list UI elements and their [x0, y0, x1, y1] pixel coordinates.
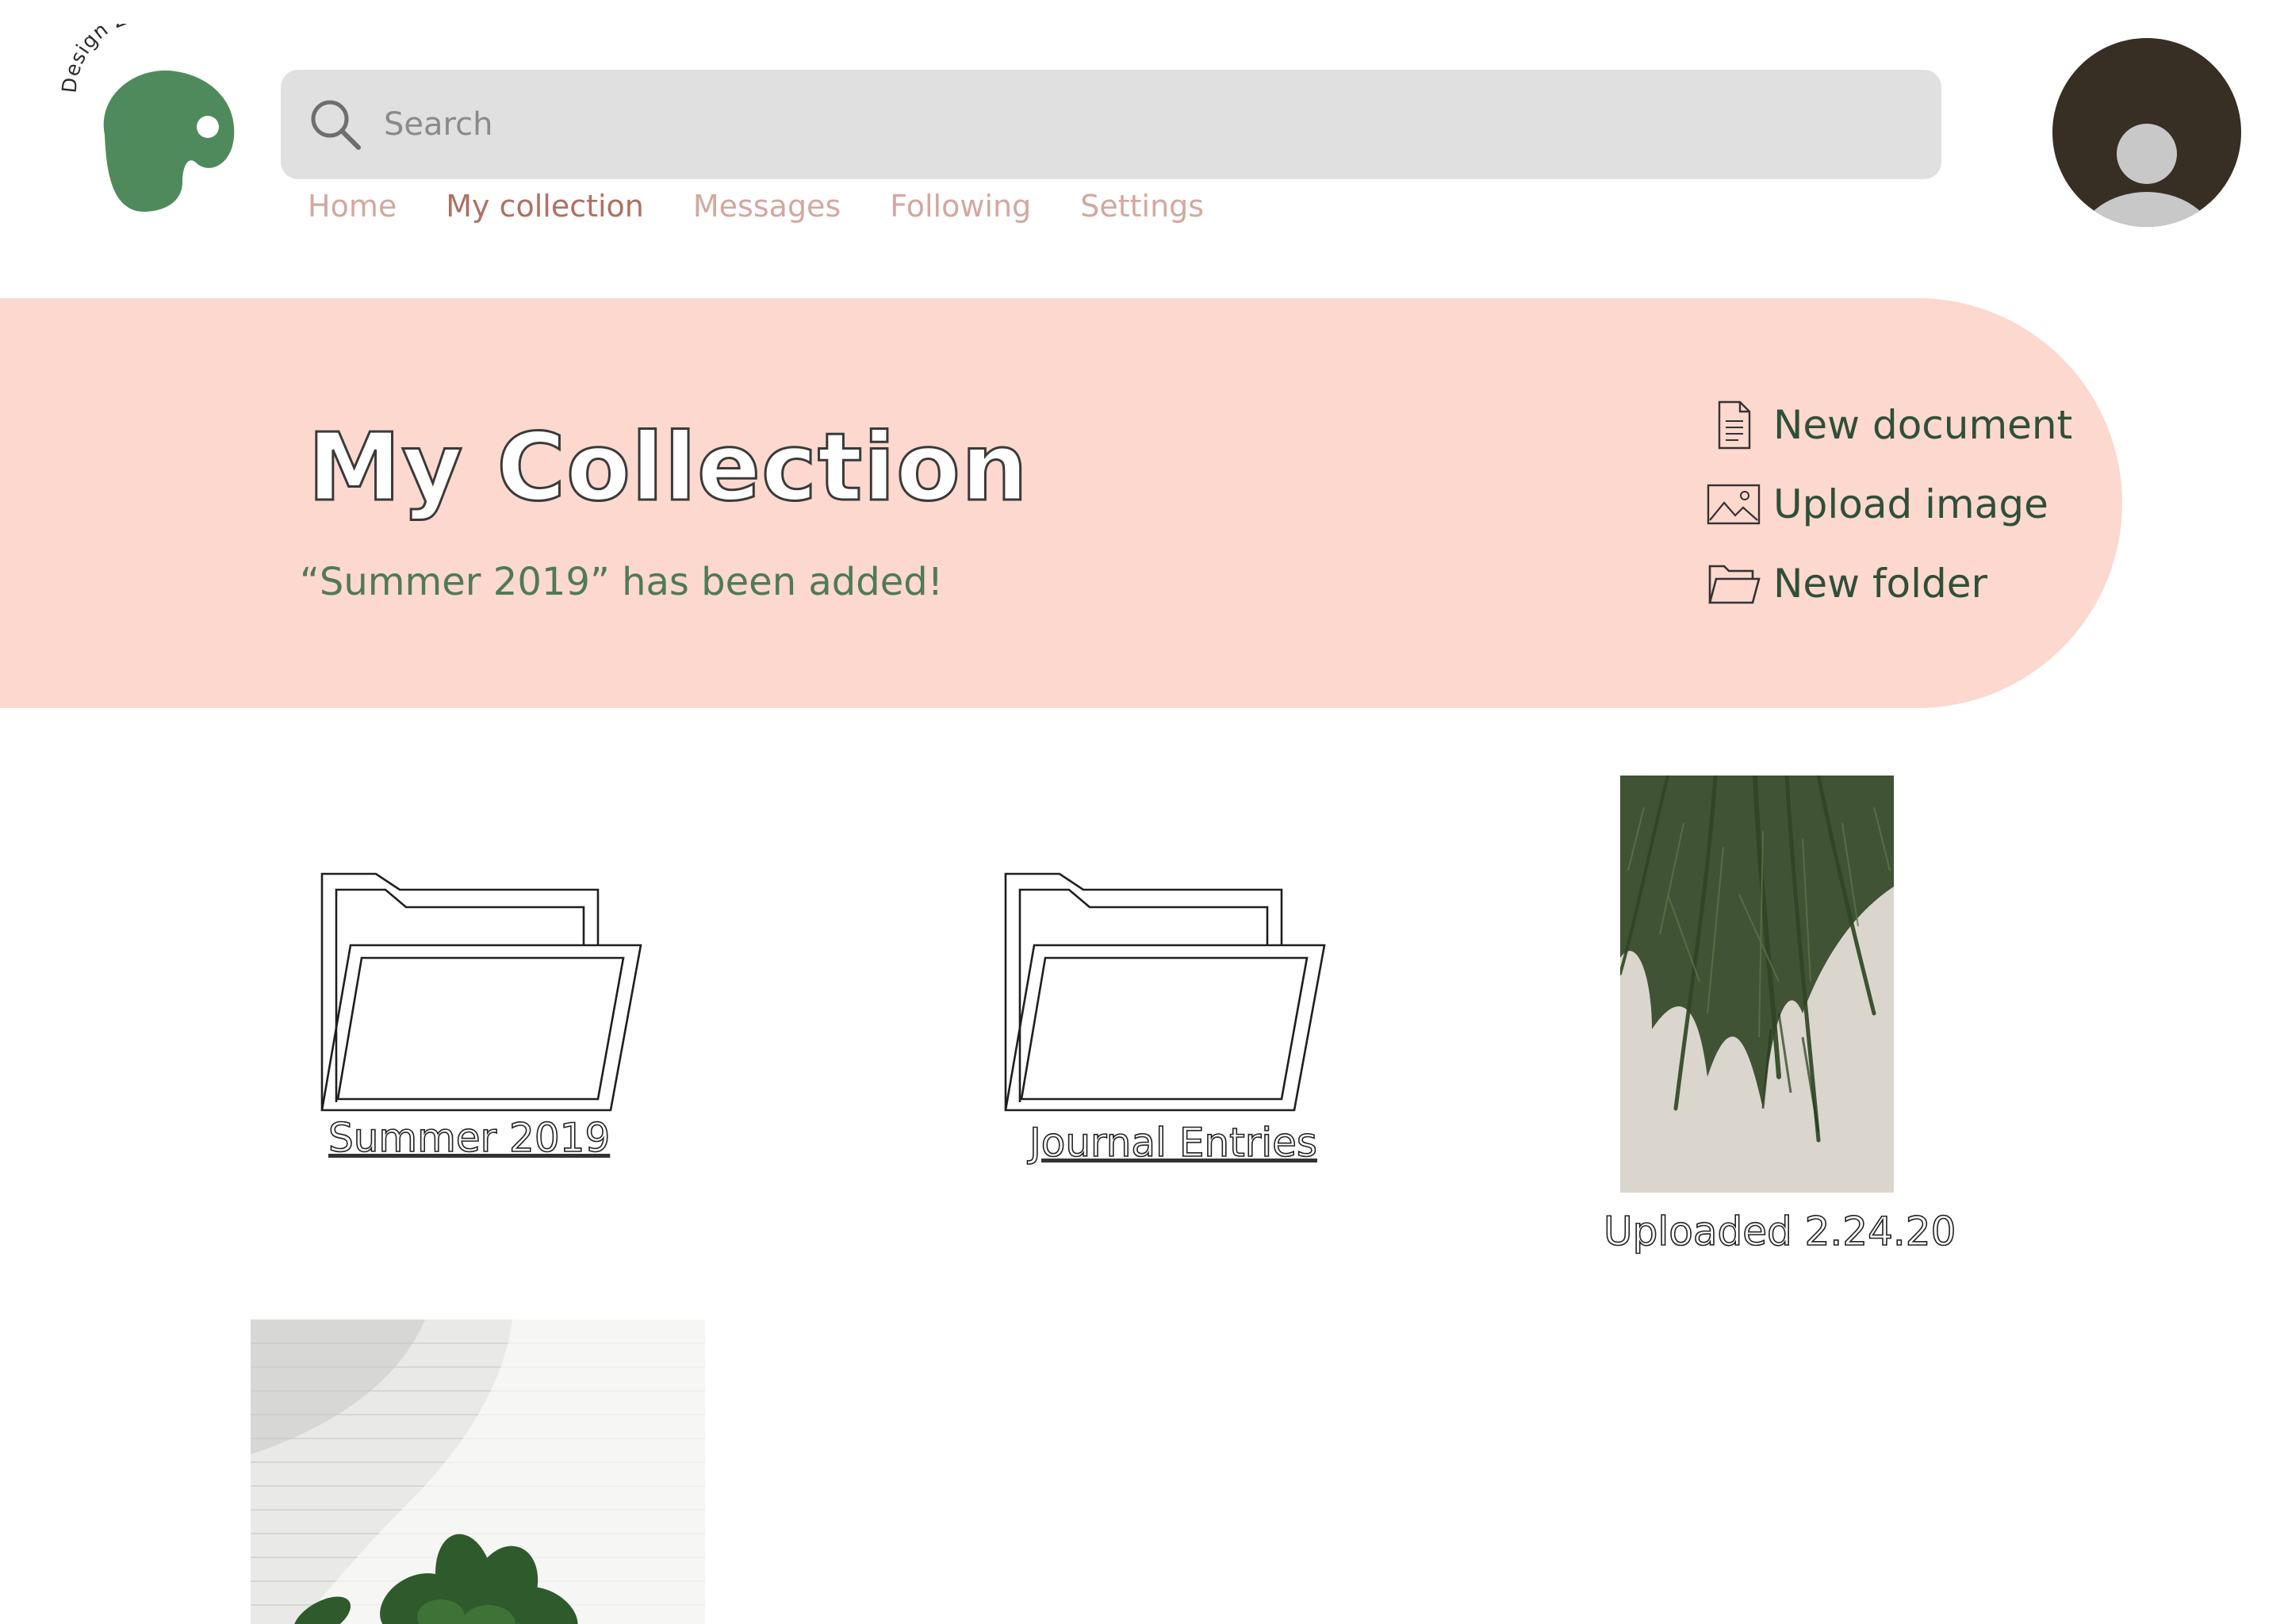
upload-image-button[interactable]: Upload image [1705, 473, 2072, 536]
image-palm-leaves[interactable] [1620, 776, 1894, 1193]
nav-messages[interactable]: Messages [693, 189, 841, 224]
search-input[interactable] [382, 92, 1813, 157]
image-caption: Uploaded 2.24.20 [1603, 1208, 1956, 1255]
folder-name[interactable]: Journal Entries [1029, 1119, 1318, 1166]
page-title: My Collection [307, 412, 1029, 523]
folder-summer-2019[interactable]: Summer 2019 [320, 872, 646, 1162]
folder-icon [1705, 555, 1762, 612]
folder-icon [1004, 872, 1326, 1112]
status-message: “Summer 2019” has been added! [300, 560, 943, 604]
palm-leaves-photo [1620, 776, 1894, 1193]
new-folder-label: New folder [1773, 561, 1988, 607]
folder-journal-entries[interactable]: Journal Entries [1004, 872, 1329, 1166]
nav-settings[interactable]: Settings [1080, 189, 1204, 224]
upload-image-label: Upload image [1773, 481, 2048, 527]
user-avatar-icon [2080, 124, 2213, 227]
folder-name[interactable]: Summer 2019 [328, 1114, 611, 1162]
nav-following[interactable]: Following [890, 189, 1031, 224]
folder-icon [320, 872, 642, 1112]
page: Design Zen Home My collection Messages F… [0, 0, 2284, 1624]
nav-my-collection[interactable]: My collection [446, 189, 644, 224]
search-bar[interactable] [281, 70, 1941, 179]
plant-wall-photo [251, 1320, 705, 1624]
new-folder-button[interactable]: New folder [1705, 552, 2072, 615]
image-plant-brick-wall[interactable] [251, 1320, 705, 1624]
new-document-label: New document [1773, 402, 2073, 448]
banner-actions: New document Upload image New folder [1705, 393, 2072, 631]
main-nav: Home My collection Messages Following Se… [308, 189, 1204, 224]
nav-home[interactable]: Home [308, 189, 397, 224]
image-icon [1705, 476, 1762, 533]
new-document-button[interactable]: New document [1705, 393, 2072, 457]
design-zen-logo[interactable]: Design Zen [57, 2, 247, 214]
user-avatar[interactable] [2052, 38, 2241, 227]
document-icon [1705, 396, 1762, 454]
palette-logo-icon: Design Zen [58, 2, 235, 212]
search-icon[interactable] [305, 94, 366, 155]
